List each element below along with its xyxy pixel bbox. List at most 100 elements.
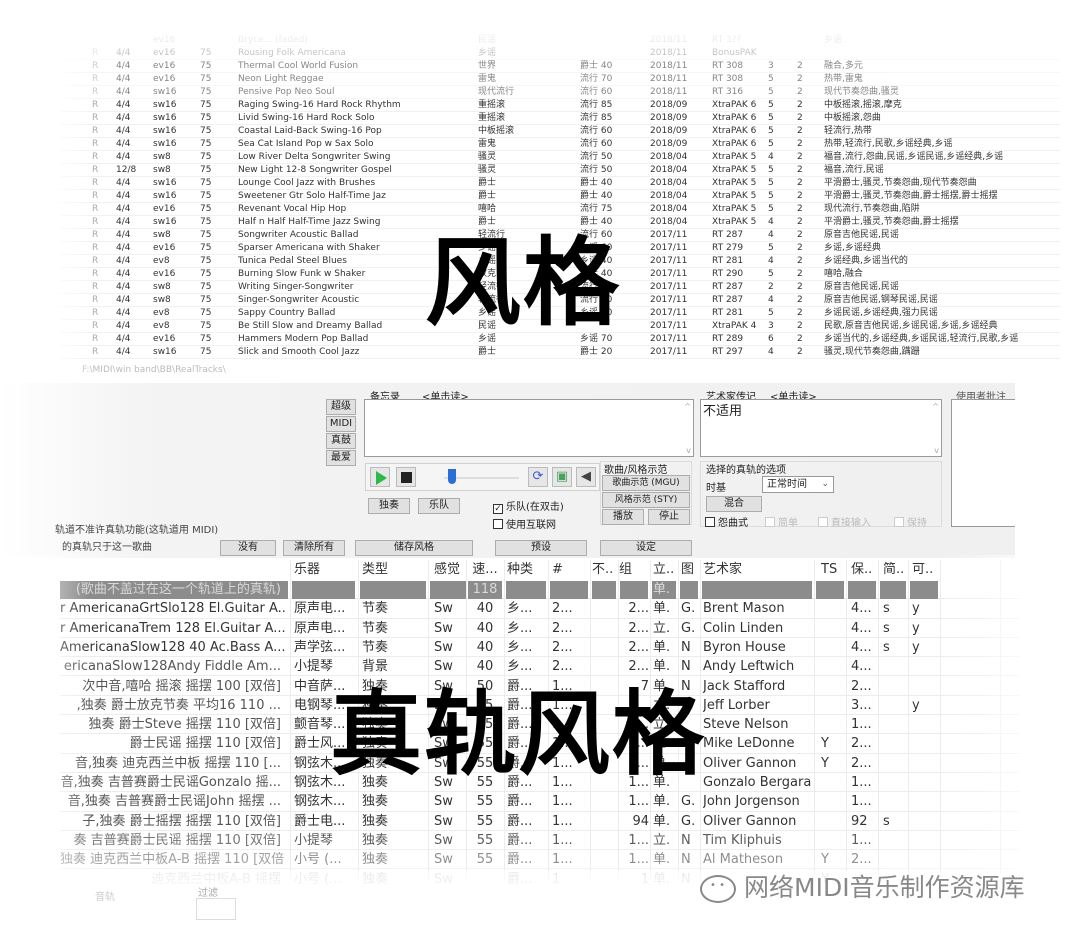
col-header-instrument[interactable]: 乐器 [294, 560, 356, 579]
scroll-down-icon[interactable]: v [686, 446, 691, 455]
style-cell-set: RT 287 [712, 230, 744, 240]
col-header-tempo[interactable]: 速... [470, 560, 500, 579]
user-notes-textbox[interactable] [951, 399, 1015, 527]
memo-textbox[interactable]: ^ v [364, 399, 694, 457]
track-cell-inst: 小提琴 [294, 659, 334, 675]
col-header-can[interactable]: 可.. [912, 560, 937, 579]
col-header-artist[interactable]: 艺术家 [703, 560, 813, 579]
track-row[interactable]: (歌曲不盖过在这一个轨道上的真轨) 118 单. [60, 580, 1020, 600]
mix-button[interactable]: 混合 [706, 496, 762, 512]
song-demo-button[interactable]: 歌曲示范 (MGU) [602, 475, 690, 491]
artist-bio-textbox[interactable]: 不适用 ^ v [700, 399, 942, 457]
col-header-simple[interactable]: 简.. [883, 560, 908, 579]
style-cell-genre: 爵士 [478, 178, 497, 188]
scroll-down-icon[interactable]: v [934, 446, 939, 455]
col-header-type[interactable]: 类型 [362, 560, 417, 579]
style-cell-set: RT 290 [712, 269, 744, 279]
track-cell-keep: 2... [851, 736, 872, 752]
play-button[interactable] [370, 467, 390, 487]
stop-button[interactable] [396, 467, 416, 487]
track-cell-name: (歌曲不盖过在这一个轨道上的真轨) [75, 582, 281, 597]
style-demo-button[interactable]: 风格示范 (STY) [602, 492, 690, 508]
track-cell-artist: Gonzalo Bergara [703, 775, 812, 790]
side-button-super[interactable]: 超级 [326, 399, 356, 415]
solo-button[interactable]: 独奏 [368, 498, 410, 514]
style-row[interactable]: R 4/4 sw16 75 Slick and Smooth Cool Jazz 爵士 爵士… [60, 346, 1060, 359]
scroll-up-icon[interactable]: ^ [932, 402, 939, 411]
style-row[interactable]: R 4/4 sw16 75 Pensive Pop Neo Soul 现代流行 流行 60 2… [60, 86, 1060, 99]
volume-slider-thumb[interactable] [447, 469, 456, 484]
style-row[interactable]: R 4/4 sw16 75 Sweetener Gtr Solo Half-Time J… [60, 190, 1060, 203]
scroll-up-icon[interactable]: ^ [684, 402, 691, 411]
style-cell-set: RT 308 [712, 61, 744, 71]
style-cell-b: 2 [797, 295, 803, 305]
col-header-group[interactable]: 组 [619, 560, 649, 579]
speaker-button[interactable]: ◀ [576, 467, 596, 487]
option-checkbox-simple[interactable]: 简单 [765, 514, 798, 529]
option-checkbox-hold[interactable]: 保持 [894, 514, 927, 529]
track-row[interactable]: r AmericanaGrtSlo128 El.Guitar A... 原声电..… [60, 599, 1020, 619]
style-row[interactable]: R 12/8 sw8 75 New Light 12-8 Songwriter Gosp… [60, 164, 1060, 177]
style-row[interactable]: R 4/4 sw16 75 Sea Cat Island Pop w Sax Solo 雷… [60, 138, 1060, 151]
col-header-keep[interactable]: 保.. [851, 560, 881, 579]
style-cell-tags: 乡谣当代的,乡谣经典,乡谣民谣,轻流行,民歌,乡谣 [824, 334, 1019, 344]
style-row[interactable]: R 4/4 ev16 75 Neon Light Reggae 雷鬼 流行 70 2018/1… [60, 73, 1060, 86]
option-checkbox-blues[interactable]: 怨曲式 [705, 514, 748, 529]
style-cell-feel: sw16 [153, 178, 177, 188]
option-checkbox-direct-input[interactable]: 直接输入 [818, 514, 871, 529]
col-header-feel[interactable]: 感觉 [434, 560, 469, 579]
track-cell-keep: 1... [851, 794, 872, 810]
style-row[interactable]: R 4/4 sw8 75 Low River Delta Songwriter Swin… [60, 151, 1060, 164]
settings-button[interactable]: 设定 [600, 540, 692, 556]
style-row[interactable]: R 4/4 sw16 75 Coastal Laid-Back Swing-16 Pop… [60, 125, 1060, 138]
track-row[interactable]: 子,独奏 爵士摇摆 摇摆 110 [双倍] 爵士电... 独奏 Sw 55 爵... 1..… [60, 812, 1020, 831]
col-header-not[interactable]: 不.. [592, 560, 620, 579]
col-header-ts[interactable]: TS [821, 560, 846, 579]
style-row[interactable]: R 4/4 sw16 75 Livid Swing-16 Hard Rock Solo 重… [60, 112, 1060, 125]
side-button-favorites[interactable]: 最爱 [326, 450, 356, 466]
col-header-stereo[interactable]: 立.. [653, 560, 678, 579]
track-row[interactable]: ericanaSlow128Andy Fiddle Am... 小提琴 背景 Sw 40… [60, 657, 1020, 677]
none-button[interactable]: 没有 [220, 540, 276, 556]
style-cell-tags: 平滑爵士,骚灵,节奏怨曲,爵士摇摆 [824, 217, 959, 227]
style-cell-tempo: 75 [200, 87, 212, 97]
loop-button[interactable]: ⟳ [528, 467, 548, 487]
style-row[interactable]: R 4/4 ev16 75 Revenant Vocal Hip Hop 嘻哈 流行 75 2… [60, 203, 1060, 216]
preset-button[interactable]: 预设 [495, 540, 587, 556]
style-row[interactable]: R 4/4 ev16 75 Thermal Cool World Fusion 世界 爵士 … [60, 60, 1060, 73]
band-button[interactable]: 乐队 [418, 498, 460, 514]
style-cell-feel: ev16 [153, 334, 176, 344]
track-cell-img: N [681, 852, 691, 868]
style-row[interactable]: R 4/4 sw16 75 Raging Swing-16 Hard Rock Rhyt… [60, 99, 1060, 112]
save-style-button[interactable]: 储存风格 [355, 540, 473, 556]
style-cell-name: Half n Half Half-Time Jazz Swing [238, 217, 381, 227]
track-row[interactable]: 音,独奏 吉普赛爵士民谣John 摇摆 ... 钢弦木... 独奏 Sw 55 爵... 1… [60, 792, 1020, 812]
side-button-realdrums[interactable]: 真鼓 [326, 433, 356, 449]
track-row[interactable]: 独奏 迪克西兰中板A-B 摇摆 110 [双倍] 小号 (... 独奏 Sw 55 爵..… [60, 850, 1020, 870]
band-dblclick-checkbox[interactable]: ✓ 乐队(在双击) [493, 498, 564, 514]
col-header-number[interactable]: # [552, 560, 586, 579]
side-button-midi[interactable]: MIDI [326, 416, 356, 432]
style-cell-a: 3 [768, 61, 774, 71]
filter-input[interactable] [196, 898, 236, 920]
style-row[interactable]: R 4/4 sw16 75 Lounge Cool Jazz with Brushes 爵… [60, 177, 1060, 190]
track-row[interactable]: AmericanaSlow128 40 Ac.Bass A... 声学弦... 节奏… [60, 638, 1020, 658]
demo-play-button[interactable]: 播放 [602, 509, 644, 525]
track-cell-type: 节奏 [362, 601, 389, 617]
col-header-image[interactable]: 图 [681, 560, 699, 579]
use-internet-checkbox[interactable]: 使用互联网 [493, 516, 556, 531]
col-header-genre[interactable]: 种类 [507, 560, 547, 579]
style-cell-cat: 流行 50 [580, 152, 613, 162]
track-cell-inst: 声学弦... [294, 639, 346, 655]
style-cell-tempo: 75 [200, 217, 212, 227]
demo-stop-button[interactable]: 停止 [648, 509, 690, 525]
style-cell-tempo: 75 [200, 165, 212, 175]
timebase-select[interactable]: 正常时间 ⌄ [762, 476, 834, 493]
track-row[interactable]: r AmericanaTrem 128 El.Guitar A... 原声电...… [60, 619, 1020, 638]
style-cell-ts: 4/4 [116, 243, 131, 253]
picture-button[interactable]: ▣ [552, 467, 572, 487]
track-row[interactable]: 奏 吉普赛爵士民谣 摇摆 110 [双倍] 小提琴 独奏 Sw 55 爵... 1... 1.… [60, 831, 1020, 851]
clear-all-button[interactable]: 清除所有 [283, 540, 345, 556]
speaker-icon: ◀ [581, 469, 591, 484]
style-cell-ts: 4/4 [116, 139, 131, 149]
